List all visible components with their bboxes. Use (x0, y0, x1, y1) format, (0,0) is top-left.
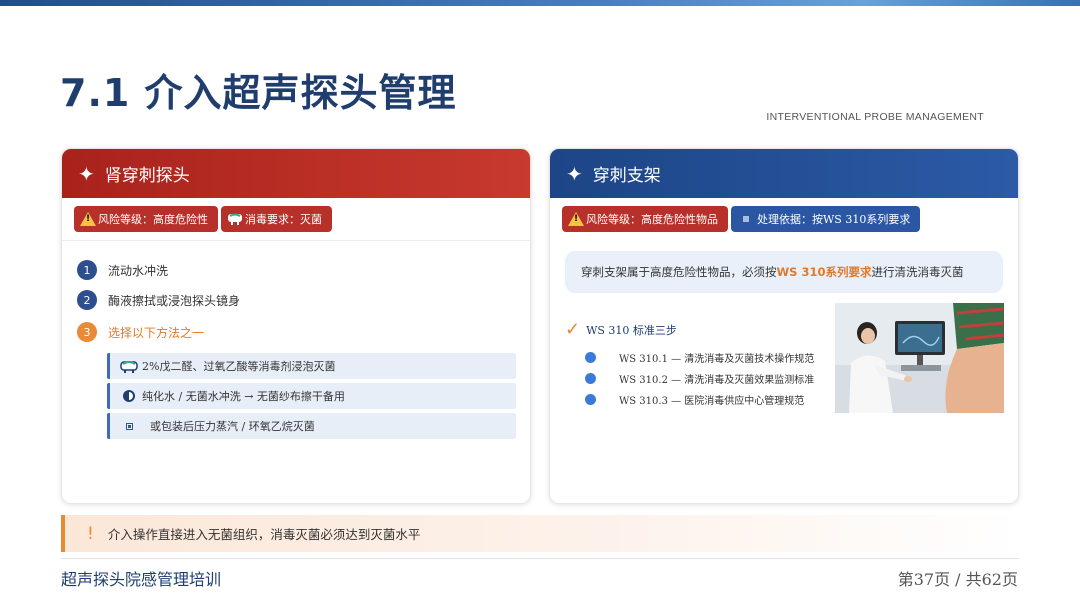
course-title: 超声探头院感管理培训 (61, 570, 222, 589)
ultrasound-procedure-photo (835, 303, 1004, 413)
ws-item-text: WS 310.1 — 清洗消毒及灭菌技术操作规范 (619, 354, 815, 365)
tag-label: 处理依据：按WS 310系列要求 (757, 213, 911, 226)
sparkle-star-icon: ✦ (566, 161, 583, 186)
footer-divider (61, 558, 1019, 559)
step-number: 1 (77, 260, 97, 280)
method-item: 2%戊二醛、过氧乙酸等消毒剂浸泡灭菌 (107, 353, 516, 379)
document-square-icon (743, 216, 749, 222)
note-highlight: WS 310系列要求 (776, 265, 872, 279)
alert-bar: ! 介入操作直接进入无菌组织，消毒灭菌必须达到灭菌水平 (61, 515, 1019, 552)
ws-item: WS 310.2 — 清洗消毒及灭菌效果监测标准 (585, 368, 814, 389)
disinfection-requirement-tag: 消毒要求：灭菌 (221, 206, 332, 232)
ws-steps-title: ✓ WS 310 标准三步 (565, 321, 677, 339)
method-text: 或包装后压力蒸汽 / 环氧乙烷灭菌 (150, 420, 315, 433)
method-options: 2%戊二醛、过氧乙酸等消毒剂浸泡灭菌 纯化水 / 无菌水冲洗 → 无菌纱布擦干备… (62, 347, 530, 439)
card-header: ✦ 穿刺支架 (550, 149, 1018, 198)
ws-item-text: WS 310.3 — 医院消毒供应中心管理规范 (619, 396, 805, 407)
steps-list: 1 流动水冲洗 2 酶液擦拭或浸泡探头镜身 3 选择以下方法之一 (62, 241, 530, 347)
step-item: 2 酶液擦拭或浸泡探头镜身 (77, 285, 530, 315)
bullet-dot-icon (585, 352, 596, 363)
bullet-dot-icon (585, 394, 596, 405)
step-number: 3 (77, 322, 97, 342)
standard-basis-tag: 处理依据：按WS 310系列要求 (731, 206, 921, 232)
ws-item-text: WS 310.2 — 清洗消毒及灭菌效果监测标准 (619, 375, 815, 386)
page-number: 第37页 / 共62页 (897, 570, 1018, 589)
risk-level-tag: 风险等级：高度危险性物品 (562, 206, 728, 232)
method-text: 纯化水 / 无菌水冲洗 → 无菌纱布擦干备用 (142, 390, 345, 403)
note-prefix: 穿刺支架属于高度危险性物品，必须按 (581, 265, 777, 279)
ws-standards-list: WS 310.1 — 清洗消毒及灭菌技术操作规范 WS 310.2 — 清洗消毒… (585, 347, 814, 410)
warning-triangle-icon (80, 212, 96, 226)
step-text: 流动水冲洗 (108, 263, 169, 278)
sparkle-star-icon: ✦ (78, 161, 95, 186)
note-suffix: 进行清洗消毒灭菌 (871, 265, 964, 279)
puncture-bracket-card: ✦ 穿刺支架 风险等级：高度危险性物品 处理依据：按WS 310系列要求 穿刺支… (549, 148, 1019, 504)
card-header: ✦ 肾穿刺探头 (62, 149, 530, 198)
step-item: 3 选择以下方法之一 (77, 317, 530, 347)
tag-row: 风险等级：高度危险性 消毒要求：灭菌 (62, 198, 530, 241)
tag-label: 消毒要求：灭菌 (245, 213, 322, 226)
bullet-dot-icon (585, 373, 596, 384)
tag-label: 风险等级：高度危险性物品 (586, 213, 718, 226)
page-title: 7.1 介入超声探头管理 (60, 71, 457, 115)
method-text: 2%戊二醛、过氧乙酸等消毒剂浸泡灭菌 (142, 360, 336, 373)
disinfect-basin-icon (227, 212, 243, 226)
kidney-probe-card: ✦ 肾穿刺探头 风险等级：高度危险性 消毒要求：灭菌 1 流动水冲洗 2 酶液擦… (61, 148, 531, 504)
risk-level-tag: 风险等级：高度危险性 (74, 206, 218, 232)
method-item: 纯化水 / 无菌水冲洗 → 无菌纱布擦干备用 (107, 383, 516, 409)
method-item: 或包装后压力蒸汽 / 环氧乙烷灭菌 (107, 413, 516, 439)
checkmark-icon: ✓ (565, 319, 581, 340)
ws-title-text: WS 310 标准三步 (586, 324, 677, 337)
step-text: 选择以下方法之一 (108, 325, 205, 340)
ws-item: WS 310.1 — 清洗消毒及灭菌技术操作规范 (585, 347, 814, 368)
package-box-icon (120, 422, 138, 430)
alert-text: 介入操作直接进入无菌组织，消毒灭菌必须达到灭菌水平 (107, 527, 421, 542)
step-number: 2 (77, 290, 97, 310)
ws-item: WS 310.3 — 医院消毒供应中心管理规范 (585, 389, 814, 410)
tag-row: 风险等级：高度危险性物品 处理依据：按WS 310系列要求 (550, 198, 1018, 240)
page-subtitle: INTERVENTIONAL PROBE MANAGEMENT (766, 111, 984, 123)
top-accent-bar (0, 0, 1080, 6)
card-title: 穿刺支架 (592, 166, 661, 186)
card-title: 肾穿刺探头 (104, 166, 190, 186)
disinfect-basin-icon (120, 359, 138, 374)
requirement-note: 穿刺支架属于高度危险性物品，必须按 WS 310系列要求 进行清洗消毒灭菌 (565, 251, 1003, 293)
tag-label: 风险等级：高度危险性 (98, 213, 208, 226)
half-circle-icon (120, 390, 138, 402)
exclamation-icon: ! (87, 523, 94, 544)
step-item: 1 流动水冲洗 (77, 255, 530, 285)
step-text: 酶液擦拭或浸泡探头镜身 (108, 293, 241, 308)
right-card-body: 穿刺支架属于高度危险性物品，必须按 WS 310系列要求 进行清洗消毒灭菌 ✓ … (550, 251, 1018, 413)
warning-triangle-icon (568, 212, 584, 226)
